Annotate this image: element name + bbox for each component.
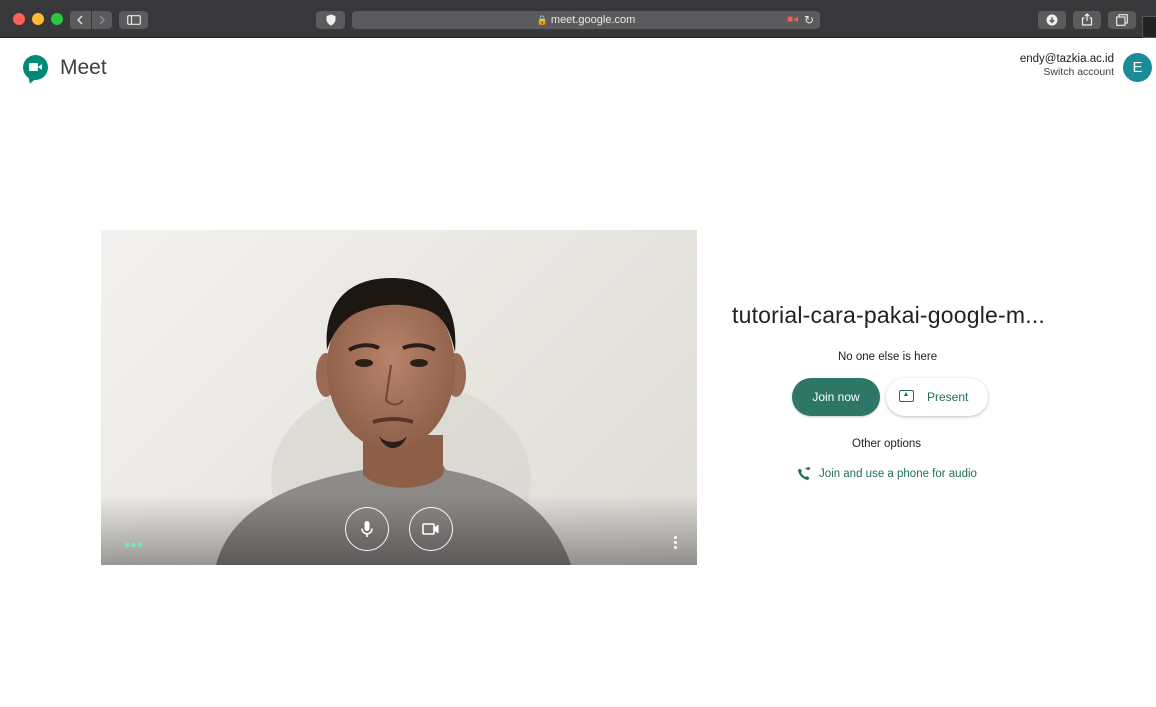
join-with-phone-link[interactable]: Join and use a phone for audio (797, 467, 977, 481)
app-name: Meet (60, 55, 107, 79)
zoom-window-button[interactable] (51, 13, 63, 25)
present-screen-icon (899, 390, 914, 402)
browser-toolbar: 🔒 meet.google.com ■◂ ↻ (0, 0, 1156, 38)
new-tab-button[interactable] (1142, 16, 1156, 38)
avatar[interactable]: E (1123, 53, 1152, 82)
back-button[interactable] (70, 11, 91, 29)
shield-icon (326, 14, 335, 26)
camera-toggle-button[interactable] (409, 507, 453, 551)
present-button[interactable]: Present (886, 378, 988, 416)
meet-page: Meet endy@tazkia.ac.id Switch account E (8, 38, 1156, 707)
meet-logo-icon (23, 55, 48, 80)
video-camera-icon (422, 523, 439, 535)
download-icon (1046, 14, 1058, 26)
recording-camera-icon: ■◂ (786, 14, 798, 25)
phone-forward-icon (797, 467, 811, 481)
more-options-icon[interactable] (674, 534, 677, 551)
navigation-buttons (70, 11, 112, 29)
chevron-left-icon (77, 15, 83, 25)
account-info: endy@tazkia.ac.id Switch account (1020, 53, 1114, 78)
microphone-toggle-button[interactable] (345, 507, 389, 551)
sidebar-icon (126, 15, 141, 25)
chevron-right-icon (99, 15, 105, 25)
switch-account-link[interactable]: Switch account (1020, 66, 1114, 78)
present-button-label: Present (927, 390, 969, 404)
join-with-phone-label: Join and use a phone for audio (819, 468, 977, 480)
meeting-name: tutorial-cara-pakai-google-m... (732, 302, 1045, 328)
reload-icon[interactable]: ↻ (804, 11, 814, 29)
forward-button[interactable] (90, 11, 113, 29)
sidebar-toggle-button[interactable] (119, 11, 148, 29)
controls-gradient (101, 495, 697, 565)
join-now-button[interactable]: Join now (792, 378, 880, 416)
account-email: endy@tazkia.ac.id (1019, 53, 1114, 65)
meet-logo[interactable]: Meet (23, 55, 107, 80)
share-button[interactable] (1073, 11, 1101, 29)
address-bar[interactable]: 🔒 meet.google.com ■◂ ↻ (352, 11, 820, 29)
address-text: meet.google.com (550, 14, 636, 26)
camera-preview: ••• (101, 230, 697, 565)
meeting-status-text: No one else is here (838, 351, 938, 363)
other-options-label: Other options (852, 438, 922, 450)
share-icon (1081, 13, 1093, 26)
minimize-window-button[interactable] (32, 13, 44, 25)
close-window-button[interactable] (13, 13, 25, 25)
downloads-button[interactable] (1038, 11, 1066, 29)
tabs-icon (1116, 14, 1128, 26)
effects-indicator: ••• (124, 535, 143, 555)
tab-overview-button[interactable] (1108, 11, 1136, 29)
privacy-shield-button[interactable] (316, 11, 345, 29)
microphone-icon (361, 521, 373, 537)
lock-icon: 🔒 (536, 15, 548, 25)
